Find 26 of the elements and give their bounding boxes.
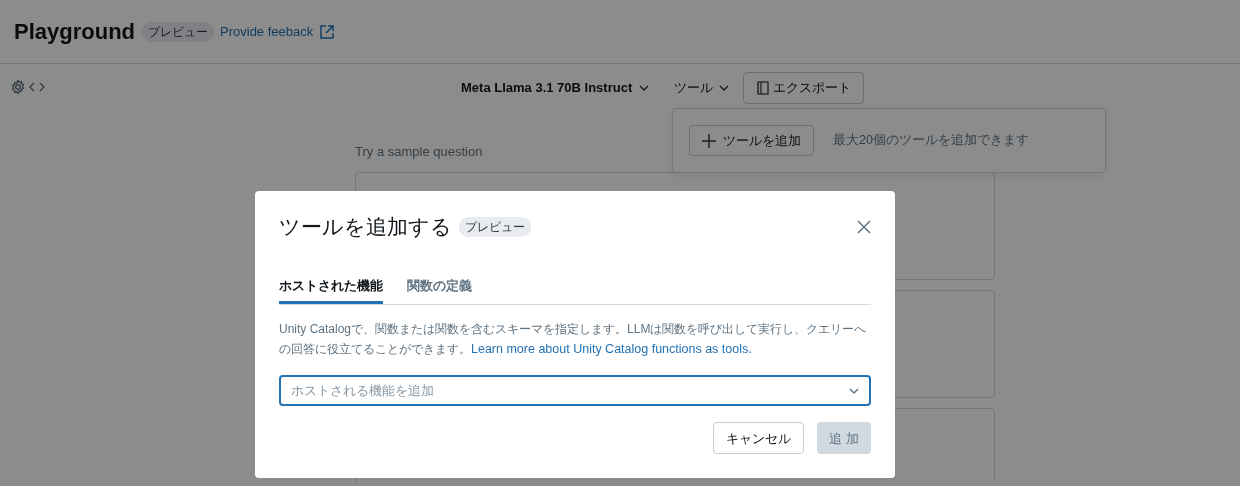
dialog-tab[interactable]: 関数の定義 [407,276,472,305]
chevron-down-icon[interactable] [719,84,730,91]
export-button[interactable]: エクスポート [743,72,865,104]
dialog-tab[interactable]: ホストされた機能 [279,276,383,305]
settings-icon[interactable] [10,79,26,95]
chevron-down-icon[interactable] [638,84,649,91]
code-icon[interactable] [29,82,46,92]
tools-dropdown[interactable]: ツール [672,77,731,99]
cancel-button[interactable]: キャンセル [713,422,805,455]
chevron-down-icon[interactable] [849,388,859,395]
plus-icon [702,133,716,148]
function-select[interactable]: ホストされる機能を追加 [279,375,871,407]
dialog-title: ツールを追加する [279,214,452,240]
description-text: Unity Catalogで、関数または関数を含むスキーマを指定します。LLMは関数を呼び出して実行し、クエリーへの回答に役立てることができます。Learn more about Unity Catalog functions as tools. [279,321,868,359]
tools-limit-text: 最大20個のツールを追加できます [833,132,1029,150]
close-icon[interactable] [857,219,871,234]
external-link-icon[interactable] [319,24,334,39]
learn-more-link[interactable]: Learn more about Unity Catalog functions as tools. [471,342,752,357]
add-tool-button[interactable]: ツールを追加 [689,124,814,157]
model-dropdown[interactable]: Meta Llama 3.1 70B Instruct [460,77,650,99]
preview-tag: プレビュー [458,216,531,237]
notebook-icon [756,80,771,95]
feedback-link[interactable]: Provide feeback [220,21,314,42]
sample-label: Try a sample question [355,143,483,161]
page-title: Playground [14,18,135,46]
preview-tag: プレビュー [141,21,214,42]
